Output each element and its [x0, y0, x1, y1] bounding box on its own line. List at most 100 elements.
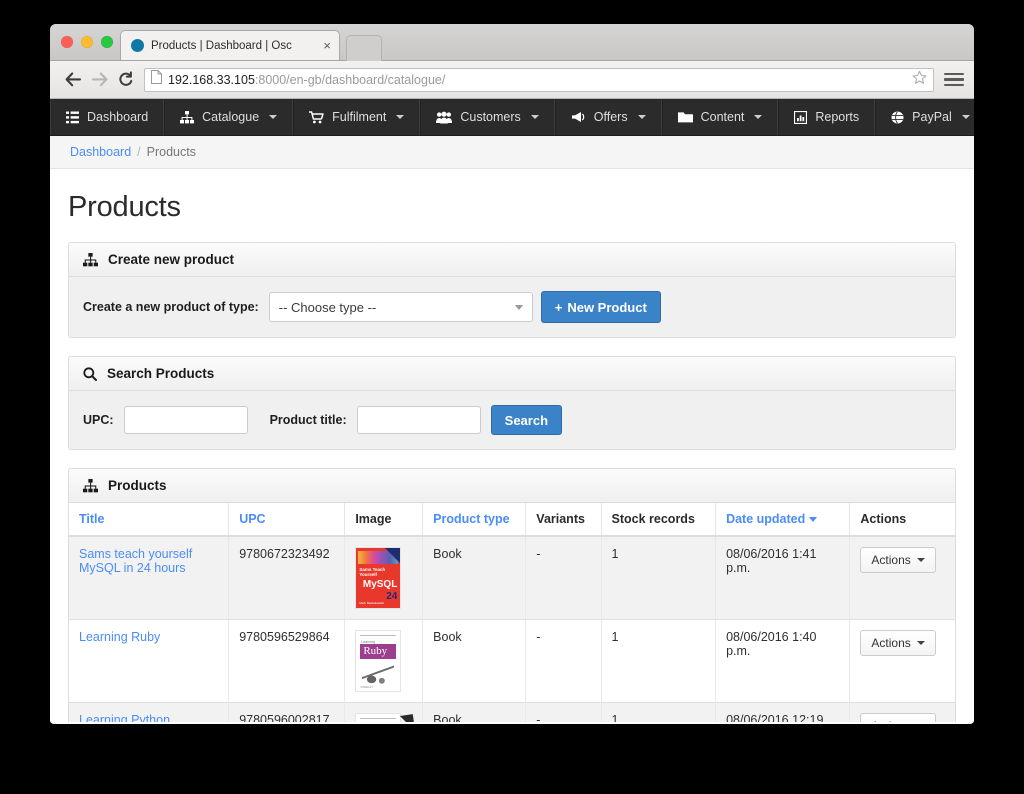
- users-icon: [436, 111, 453, 124]
- cell-image: Learning Ruby O'REILLY: [344, 619, 424, 703]
- star-icon[interactable]: [912, 70, 927, 90]
- actions-button[interactable]: Actions: [860, 547, 936, 573]
- column-header-product-type-link[interactable]: Product type: [433, 512, 509, 526]
- reload-icon[interactable]: [112, 67, 138, 93]
- forward-arrow-icon[interactable]: [86, 67, 112, 93]
- products-panel-title: Products: [108, 478, 167, 493]
- create-product-panel-header: Create new product: [69, 243, 955, 277]
- address-bar[interactable]: 192.168.33.105:8000/en-gb/dashboard/cata…: [144, 67, 934, 92]
- column-header-upc-link[interactable]: UPC: [239, 512, 265, 526]
- column-header-upc: UPC: [228, 503, 346, 537]
- close-window-button[interactable]: [61, 36, 73, 48]
- nav-item-content[interactable]: Content: [661, 99, 779, 135]
- nav-item-label: PayPal: [912, 110, 952, 124]
- column-header-title: Title: [69, 503, 230, 537]
- url-path: :8000/en-gb/dashboard/catalogue/: [254, 72, 446, 87]
- product-title-link[interactable]: Sams teach yourself MySQL in 24 hours: [79, 547, 192, 575]
- column-header-title-link[interactable]: Title: [79, 512, 104, 526]
- browser-toolbar: 192.168.33.105:8000/en-gb/dashboard/cata…: [50, 61, 974, 99]
- cell-title: Learning Python: [69, 702, 230, 723]
- cell-date-updated: 08/06/2016 12:19 a.m.: [715, 702, 851, 723]
- table-header-row: Title UPC Image Product type Variants St…: [69, 503, 955, 537]
- cell-actions: Actions: [849, 619, 955, 703]
- products-panel: Products Title UPC Image Product type Va…: [68, 468, 956, 723]
- chevron-down-icon: [754, 115, 763, 119]
- chart-bar-icon: [794, 110, 808, 124]
- browser-window: Products | Dashboard | Osc × 192.168.33.…: [50, 24, 974, 724]
- cell-product-type: Book: [422, 702, 527, 723]
- products-panel-header: Products: [69, 469, 955, 503]
- create-product-panel-title: Create new product: [108, 252, 235, 267]
- page-document-icon: [151, 70, 162, 89]
- product-title-input[interactable]: [356, 406, 481, 434]
- cell-variants: -: [525, 536, 602, 620]
- product-type-label: Create a new product of type:: [83, 300, 259, 314]
- page-viewport: Dashboard Catalogue Fulfilment Customers…: [50, 99, 974, 723]
- url-host: 192.168.33.105: [168, 72, 255, 87]
- column-header-actions-label: Actions: [860, 512, 907, 526]
- cell-actions: Actions: [849, 536, 955, 620]
- cover-rule: [360, 718, 397, 719]
- chevron-down-icon: [269, 115, 278, 119]
- cell-image: Sams Teach Yourself MySQL 24 Mark Maslak…: [344, 536, 424, 620]
- nav-item-fulfilment[interactable]: Fulfilment: [293, 99, 421, 135]
- column-header-image: Image: [344, 503, 424, 537]
- create-product-panel: Create new product Create a new product …: [68, 242, 956, 338]
- products-table-body: Sams teach yourself MySQL in 24 hours 97…: [69, 536, 955, 723]
- nav-item-dashboard[interactable]: Dashboard: [50, 99, 165, 135]
- chevron-down-icon: [916, 558, 925, 562]
- nav-item-customers[interactable]: Customers: [420, 99, 555, 135]
- breadcrumb-current: Products: [146, 145, 196, 159]
- list-icon: [66, 111, 79, 124]
- nav-item-catalogue[interactable]: Catalogue: [164, 99, 294, 135]
- plus-icon: +: [554, 299, 563, 315]
- cover-kicker: Sams Teach Yourself: [359, 567, 386, 577]
- cover-title: MySQL: [362, 579, 398, 590]
- new-product-button[interactable]: + New Product: [540, 291, 661, 323]
- back-arrow-icon[interactable]: [60, 67, 86, 93]
- breadcrumb-separator: /: [137, 145, 141, 159]
- column-header-date-updated: Date updated: [715, 503, 851, 537]
- table-row: Learning Python 9780596002817 Learning P…: [69, 702, 955, 723]
- bullhorn-icon: [571, 111, 586, 124]
- column-header-variants-label: Variants: [536, 512, 585, 526]
- nav-item-reports[interactable]: Reports: [778, 99, 876, 135]
- chevron-down-icon: [396, 115, 405, 119]
- sort-desc-icon: [809, 517, 818, 523]
- cell-date-updated: 08/06/2016 1:40 p.m.: [715, 619, 851, 703]
- browser-tab-strip: Products | Dashboard | Osc ×: [50, 24, 974, 61]
- sitemap-icon: [83, 478, 98, 493]
- cell-date-updated: 08/06/2016 1:41 p.m.: [715, 536, 851, 620]
- cell-actions: Actions: [849, 702, 955, 723]
- nav-item-label: Dashboard: [87, 110, 149, 124]
- nav-item-label: Catalogue: [202, 110, 260, 124]
- column-header-stock-records-label: Stock records: [611, 512, 695, 526]
- cover-corner-badge: [385, 548, 401, 563]
- nav-item-offers[interactable]: Offers: [554, 99, 662, 135]
- cell-variants: -: [525, 619, 602, 703]
- actions-button-label: Actions: [871, 553, 911, 567]
- upc-input[interactable]: [123, 406, 248, 434]
- product-type-select[interactable]: -- Choose type --: [268, 292, 533, 322]
- actions-button[interactable]: Actions: [860, 630, 936, 656]
- column-header-date-updated-link[interactable]: Date updated: [726, 512, 805, 526]
- create-product-panel-body: Create a new product of type: -- Choose …: [69, 277, 955, 337]
- products-table: Title UPC Image Product type Variants St…: [69, 503, 955, 723]
- products-table-head: Title UPC Image Product type Variants St…: [69, 503, 955, 537]
- breadcrumb-link-dashboard[interactable]: Dashboard: [70, 145, 131, 159]
- nav-item-label: Fulfilment: [332, 110, 387, 124]
- cell-product-type: Book: [422, 619, 527, 703]
- hamburger-menu-icon[interactable]: [944, 72, 964, 87]
- minimize-window-button[interactable]: [81, 36, 93, 48]
- maximize-window-button[interactable]: [101, 36, 113, 48]
- browser-tab[interactable]: Products | Dashboard | Osc ×: [120, 30, 340, 60]
- product-title-link[interactable]: Learning Ruby: [79, 630, 160, 644]
- globe-icon: [891, 110, 904, 124]
- nav-item-paypal[interactable]: PayPal: [875, 99, 974, 135]
- close-icon[interactable]: ×: [321, 39, 333, 52]
- sitemap-icon: [83, 252, 98, 267]
- table-row: Sams teach yourself MySQL in 24 hours 97…: [69, 536, 955, 620]
- search-button[interactable]: Search: [490, 405, 563, 435]
- cover-footer: Mark Maslakowski: [359, 601, 384, 605]
- new-tab-button[interactable]: [346, 35, 382, 61]
